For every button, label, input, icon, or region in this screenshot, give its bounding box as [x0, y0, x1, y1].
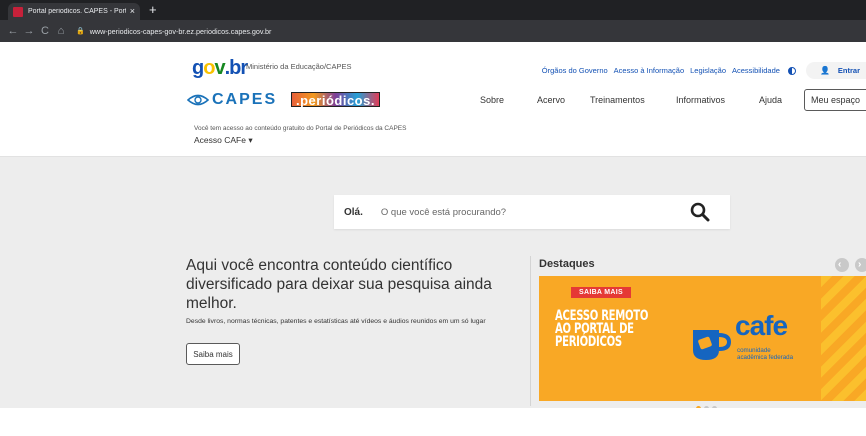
new-tab-button[interactable]: +	[149, 2, 157, 18]
nav-acervo[interactable]: Acervo	[537, 95, 565, 105]
url-text: www-periodicos-capes-gov-br.ez.periodico…	[89, 26, 272, 36]
site-header: g o v .br Ministério da Educação/CAPES Ó…	[0, 42, 866, 157]
link-acesso-informacao[interactable]: Acesso à Informação	[614, 66, 684, 75]
chevron-left-icon: ‹	[838, 259, 842, 270]
main-nav: Sobre Acervo Treinamentos Informativos A…	[0, 89, 866, 111]
home-button[interactable]: ⌂	[54, 20, 68, 42]
govbr-logo-letter: o	[203, 57, 215, 79]
carousel-next-button[interactable]: ›	[855, 258, 866, 272]
user-icon: 👤	[819, 66, 830, 75]
destaques-title: Destaques	[539, 258, 595, 270]
carousel-prev-button[interactable]: ‹	[835, 258, 849, 272]
nav-sobre[interactable]: Sobre	[480, 95, 504, 105]
link-orgaos-governo[interactable]: Órgãos do Governo	[542, 66, 608, 75]
link-acessibilidade[interactable]: Acessibilidade	[732, 66, 780, 75]
nav-ajuda[interactable]: Ajuda	[759, 95, 782, 105]
address-bar[interactable]: 🔒 www-periodicos-capes-gov-br.ez.periodi…	[76, 23, 271, 39]
access-note: Você tem acesso ao conteúdo gratuito do …	[194, 125, 407, 132]
hero-title: Aqui você encontra conteúdo científico d…	[186, 257, 492, 312]
cafe-subtitle-line: acadêmica federada	[737, 354, 794, 361]
nav-informativos[interactable]: Informativos	[676, 95, 725, 105]
reload-button[interactable]: C	[38, 20, 52, 42]
search-input[interactable]	[380, 206, 641, 218]
section-divider	[530, 256, 531, 406]
banner-stripe-decoration	[821, 276, 866, 401]
back-button[interactable]: ←	[6, 20, 20, 42]
meu-espaco-button[interactable]: Meu espaço	[804, 89, 866, 111]
contrast-icon[interactable]	[787, 66, 796, 75]
govbr-logo-letter: g	[192, 57, 204, 79]
govbr-logo-letter: .br	[224, 57, 249, 79]
cafe-cup-icon	[693, 330, 731, 360]
ministry-label: Ministério da Educação/CAPES	[246, 62, 352, 71]
hero-description: Desde livros, normas técnicas, patentes …	[186, 318, 486, 325]
browser-tab-bar: Portal periodicos. CAPES - Portal × +	[0, 0, 866, 20]
govbr-logo[interactable]: g o v .br	[192, 57, 249, 79]
banner-headline: ACESSO REMOTO AO PORTAL DE PERIÓDICOS	[555, 309, 656, 350]
close-tab-icon[interactable]: ×	[130, 7, 135, 16]
browser-tab[interactable]: Portal periodicos. CAPES - Portal ×	[8, 3, 140, 20]
gov-top-links: Órgãos do Governo Acesso à Informação Le…	[536, 62, 866, 79]
search-bar: Olá.	[334, 195, 730, 229]
login-button[interactable]: 👤 Entrar	[805, 62, 866, 79]
browser-toolbar: ← → C ⌂ 🔒 www-periodicos-capes-gov-br.ez…	[0, 20, 866, 42]
nav-treinamentos[interactable]: Treinamentos	[590, 95, 645, 105]
acesso-cafe-dropdown[interactable]: Acesso CAFe ▾	[194, 135, 253, 146]
cafe-logo-text: cafe	[735, 310, 788, 341]
banner-headline-line: PERIÓDICOS	[555, 334, 622, 350]
tab-title: Portal periodicos. CAPES - Portal	[28, 8, 126, 15]
saiba-mais-button[interactable]: Saiba mais	[186, 343, 240, 365]
forward-button[interactable]: →	[22, 20, 36, 42]
footer-band	[0, 408, 866, 436]
capes-favicon-icon	[13, 6, 23, 17]
login-label: Entrar	[837, 66, 860, 75]
main-content: Olá. Aqui você encontra conteúdo científ…	[0, 157, 866, 411]
chevron-right-icon: ›	[858, 259, 862, 270]
lock-icon: 🔒	[76, 28, 85, 35]
banner-saiba-mais-tag: SAIBA MAIS	[571, 287, 631, 298]
search-greeting: Olá.	[344, 206, 363, 218]
search-icon[interactable]	[690, 202, 710, 222]
cafe-subtitle-line: comunidade	[737, 347, 771, 354]
govbr-logo-letter: v	[214, 57, 225, 79]
cafe-subtitle: comunidade acadêmica federada	[737, 347, 817, 361]
destaque-banner[interactable]: SAIBA MAIS ACESSO REMOTO AO PORTAL DE PE…	[539, 276, 866, 401]
link-legislacao[interactable]: Legislação	[690, 66, 726, 75]
